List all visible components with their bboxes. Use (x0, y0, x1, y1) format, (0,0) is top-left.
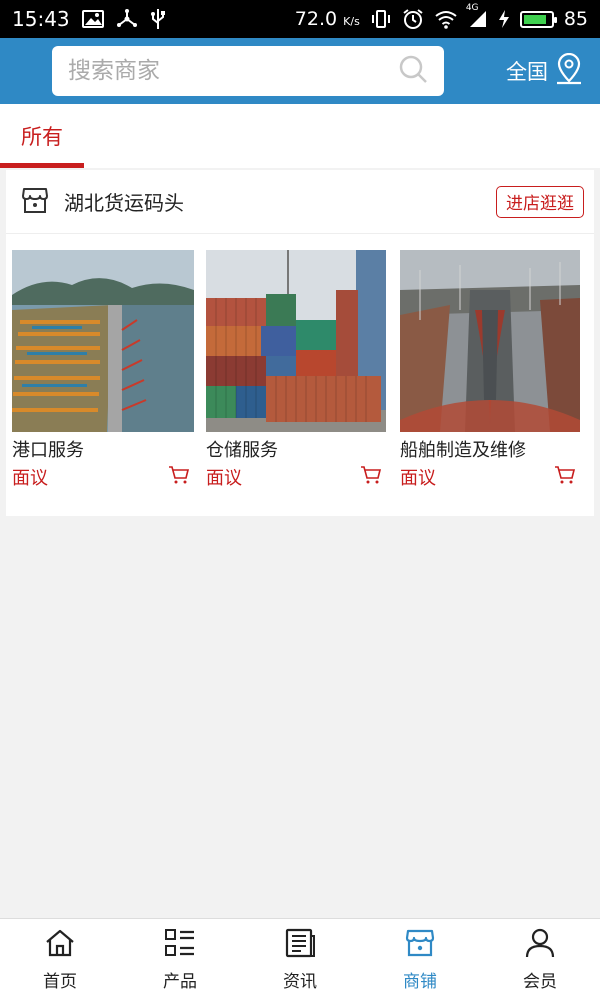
share-notification-icon (116, 9, 138, 29)
region-label: 全国 (506, 60, 548, 84)
store-icon (20, 185, 50, 219)
tab-active-indicator (0, 163, 84, 168)
product-card[interactable]: 船舶制造及维修 面议 (400, 250, 580, 490)
product-image-warehouse[interactable] (206, 250, 386, 432)
battery-level: 85 (563, 8, 588, 30)
product-image-port[interactable] (12, 250, 194, 432)
nav-label: 首页 (43, 971, 77, 992)
wifi-icon (434, 9, 458, 29)
nav-shops[interactable]: 商铺 (360, 919, 480, 1000)
nav-label: 产品 (163, 971, 197, 992)
tab-all[interactable]: 所有 (0, 104, 84, 168)
add-to-cart-icon[interactable] (360, 465, 382, 489)
user-icon (524, 928, 556, 963)
product-list: 港口服务 面议 仓储服务 面议 船舶制造及维修 面议 (6, 234, 594, 516)
search-input[interactable] (68, 58, 398, 84)
news-icon (284, 928, 316, 963)
nav-member[interactable]: 会员 (480, 919, 600, 1000)
status-bar: 15:43 72.0 K/s 4G 85 (0, 0, 600, 38)
product-list-icon (164, 928, 196, 963)
product-card[interactable]: 港口服务 面议 (12, 250, 194, 490)
charging-icon (498, 9, 510, 29)
vibrate-icon (370, 9, 392, 29)
product-image-shipbuilding[interactable] (400, 250, 580, 432)
store-name: 湖北货运码头 (64, 191, 184, 215)
region-selector[interactable]: 全国 (506, 52, 584, 90)
bottom-nav: 首页 产品 资讯 商铺 会员 (0, 918, 600, 1000)
header: 全国 (0, 38, 600, 104)
location-icon (554, 52, 584, 90)
store-header: 湖北货运码头 进店逛逛 (6, 170, 594, 234)
nav-news[interactable]: 资讯 (240, 919, 360, 1000)
alarm-icon (402, 8, 424, 30)
product-card[interactable]: 仓储服务 面议 (206, 250, 386, 490)
visit-store-button[interactable]: 进店逛逛 (496, 185, 584, 218)
network-speed: 72.0 K/s (294, 8, 360, 30)
product-price: 面议 (400, 468, 436, 489)
product-name: 港口服务 (12, 440, 84, 461)
battery-icon (519, 10, 557, 28)
nav-label: 资讯 (283, 971, 317, 992)
shop-icon (404, 928, 436, 963)
nav-home[interactable]: 首页 (0, 919, 120, 1000)
store-card: 湖北货运码头 进店逛逛 港口服务 面议 仓储服务 面议 船舶制造及维修 面议 (6, 170, 594, 516)
add-to-cart-icon[interactable] (168, 465, 190, 489)
nav-label: 商铺 (403, 971, 437, 992)
nav-label: 会员 (523, 971, 557, 992)
usb-icon (150, 8, 166, 30)
signal-icon: 4G (466, 3, 488, 29)
status-time: 15:43 (12, 7, 70, 31)
image-notification-icon (81, 10, 104, 28)
category-tabs: 所有 (0, 104, 600, 168)
home-icon (44, 928, 76, 963)
nav-products[interactable]: 产品 (120, 919, 240, 1000)
search-box[interactable] (52, 46, 444, 96)
add-to-cart-icon[interactable] (554, 465, 576, 489)
product-price: 面议 (12, 468, 48, 489)
product-name: 仓储服务 (206, 440, 278, 461)
search-icon[interactable] (398, 54, 428, 88)
product-name: 船舶制造及维修 (400, 440, 526, 461)
product-price: 面议 (206, 468, 242, 489)
